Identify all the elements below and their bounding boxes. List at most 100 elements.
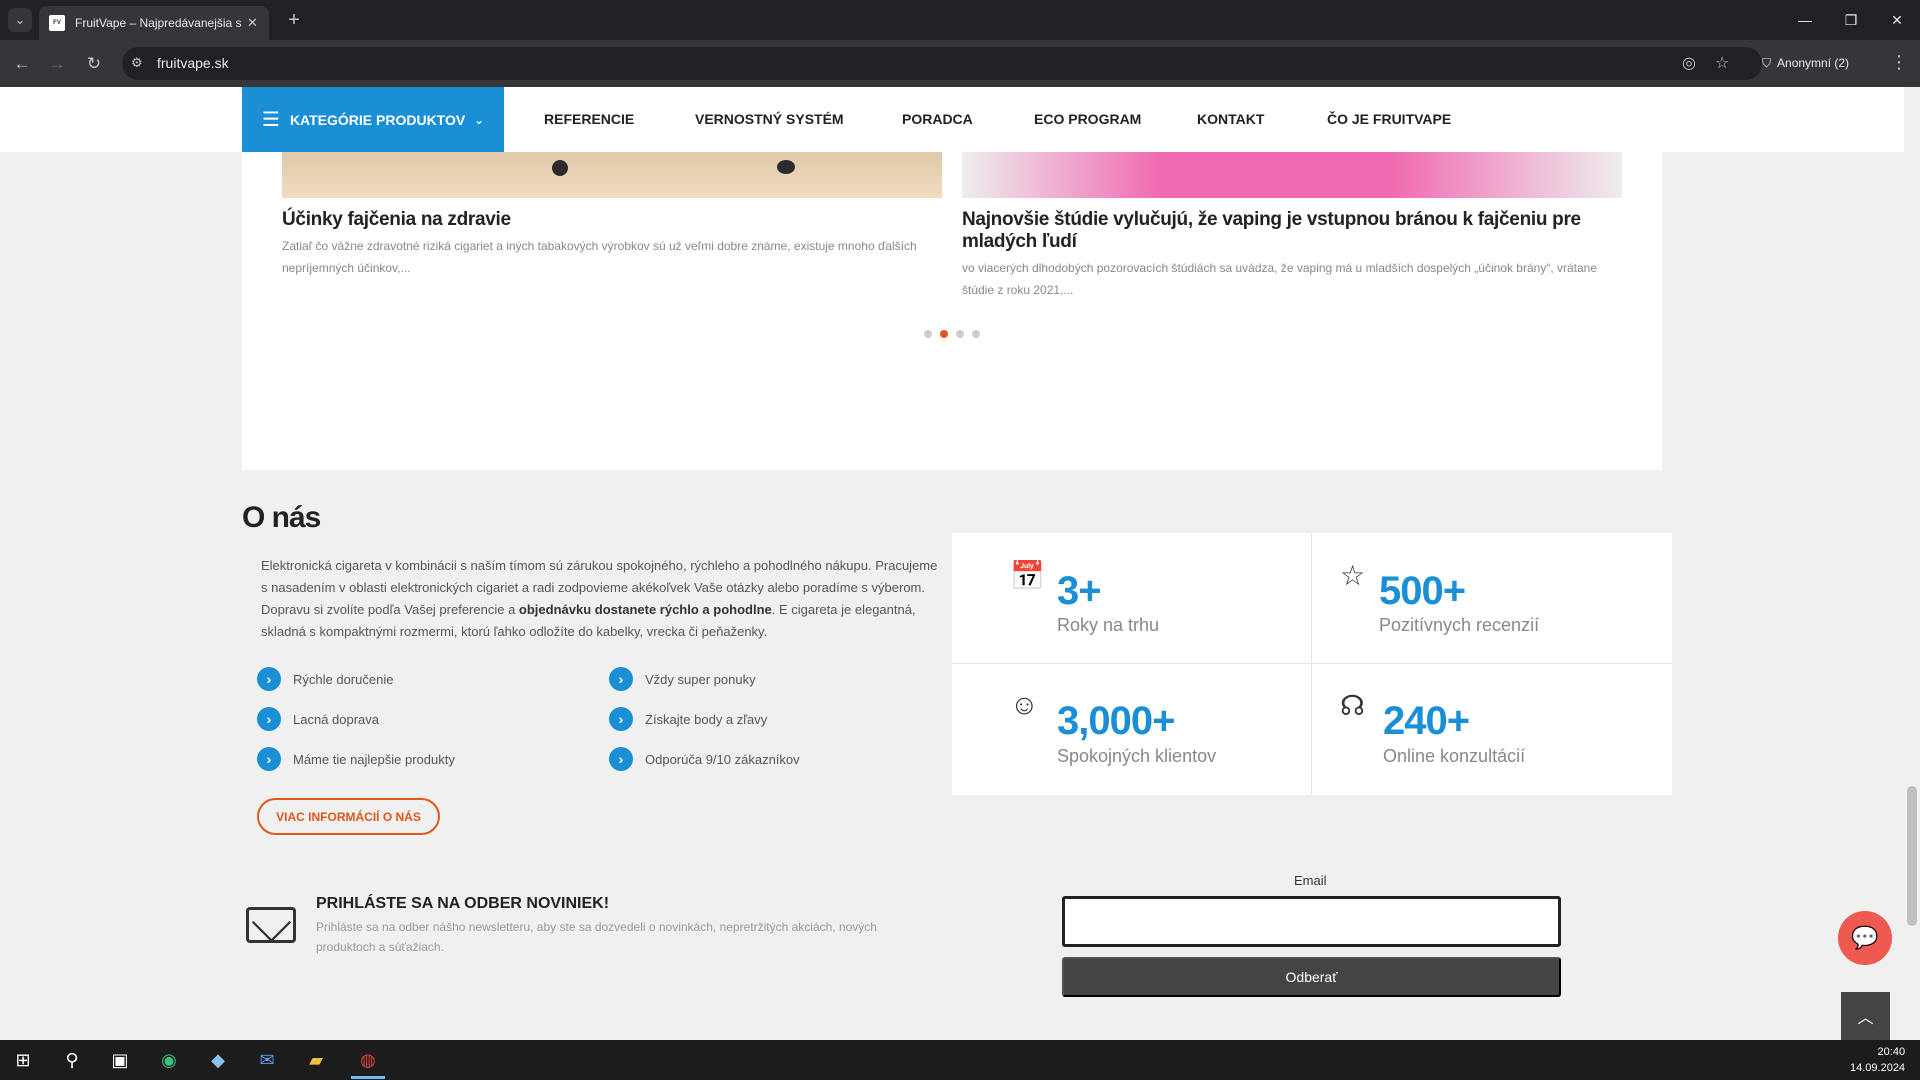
stat-number: 3,000+: [1057, 699, 1175, 743]
clock-time: 20:40: [1877, 1046, 1906, 1058]
award-icon: ☆: [1340, 560, 1366, 591]
profile-button[interactable]: ⛉ Anonymní (2): [1762, 49, 1849, 77]
site-info-icon[interactable]: ⚙: [131, 55, 143, 71]
minimize-icon[interactable]: —: [1782, 0, 1828, 40]
email-field[interactable]: [1062, 896, 1561, 947]
calendar-icon: 📅: [1010, 560, 1045, 591]
bookmark-star-icon[interactable]: ☆: [1715, 53, 1729, 73]
divider: [1311, 533, 1312, 795]
feature-item: › Získajte body a zľavy: [609, 707, 767, 731]
feature-label: Máme tie najlepšie produkty: [293, 751, 455, 767]
smile-icon: ☺: [1010, 689, 1039, 720]
nav-item-vernostny-system[interactable]: VERNOSTNÝ SYSTÉM: [695, 111, 844, 127]
carousel-dot-active[interactable]: [940, 330, 948, 338]
category-menu-label: KATEGÓRIE PRODUKTOV: [289, 111, 466, 128]
back-icon[interactable]: ←: [8, 50, 36, 78]
browser-tab[interactable]: FV FruitVape – Najpredávanejšia sí ✕: [39, 6, 269, 40]
system-clock[interactable]: 20:40 14.09.2024: [1850, 1044, 1905, 1076]
nav-item-kontakt[interactable]: KONTAKT: [1197, 111, 1264, 127]
chrome-icon[interactable]: ◍: [353, 1045, 383, 1075]
about-text: Elektronická cigareta v kombinácii s naš…: [261, 555, 941, 643]
stats-grid: 📅 3+ Roky na trhu ☆ 500+ Pozitívnych rec…: [952, 533, 1672, 795]
article-excerpt: vo viacerých dlhodobých pozorovacích štú…: [962, 261, 1598, 297]
newsletter-description: Prihláste sa na odber nášho newsletteru,…: [316, 920, 877, 954]
article-title[interactable]: Najnovšie štúdie vylučujú, že vaping je …: [962, 209, 1622, 253]
reload-icon[interactable]: ↻: [80, 50, 108, 78]
clock-date: 14.09.2024: [1850, 1062, 1906, 1074]
eye-off-icon[interactable]: ◎: [1682, 53, 1696, 73]
file-explorer-icon[interactable]: ▰: [301, 1045, 331, 1075]
restore-icon[interactable]: ❐: [1828, 0, 1874, 40]
nav-item-poradca[interactable]: PORADCA: [902, 111, 973, 127]
page-viewport: ☰ KATEGÓRIE PRODUKTOV ⌄ REFERENCIE VERNO…: [0, 87, 1920, 1040]
about-text-bold: objednávku dostanete rýchlo a pohodlne: [518, 602, 772, 617]
feature-label: Odporúča 9/10 zákazníkov: [645, 751, 800, 767]
chevron-right-icon: ›: [257, 707, 281, 731]
article-title[interactable]: Účinky fajčenia na zdravie: [282, 209, 942, 231]
article-image[interactable]: [282, 152, 942, 198]
article-image[interactable]: [962, 152, 1622, 198]
active-app-indicator: [351, 1076, 385, 1079]
more-about-button[interactable]: VIAC INFORMÁCIÍ O NÁS: [257, 798, 440, 835]
feature-item: › Vždy super ponuky: [609, 667, 756, 691]
edge-icon[interactable]: ◉: [154, 1045, 184, 1075]
search-icon[interactable]: ⚲: [57, 1045, 87, 1075]
chat-icon[interactable]: 💬: [1838, 911, 1892, 965]
newsletter-title: PRIHLÁSTE SA NA ODBER NOVINIEK!: [316, 895, 610, 912]
app-icon[interactable]: ◆: [203, 1045, 233, 1075]
feature-label: Vždy super ponuky: [645, 671, 756, 687]
scroll-to-top-icon[interactable]: ︿: [1841, 992, 1890, 1040]
about-title: O nás: [242, 501, 321, 534]
tab-title: FruitVape – Najpredávanejšia sí: [75, 16, 241, 30]
chevron-down-icon: ⌄: [473, 112, 484, 127]
feature-label: Získajte body a zľavy: [645, 711, 768, 727]
stat-label: Online konzultácií: [1383, 746, 1526, 766]
feature-item: › Odporúča 9/10 zákazníkov: [609, 747, 800, 771]
nav-item-referencie[interactable]: REFERENCIE: [544, 111, 634, 127]
favicon-icon: FV: [49, 15, 65, 31]
address-bar[interactable]: [122, 47, 1762, 80]
scrollbar-thumb[interactable]: [1907, 786, 1917, 926]
os-taskbar: [0, 1040, 1920, 1080]
category-menu-button[interactable]: ☰ KATEGÓRIE PRODUKTOV ⌄: [242, 87, 504, 152]
tab-close-icon[interactable]: ✕: [247, 15, 258, 31]
close-window-icon[interactable]: ✕: [1874, 0, 1920, 40]
carousel-dot[interactable]: [972, 330, 980, 338]
mail-icon[interactable]: ✉: [252, 1045, 282, 1075]
browser-menu-icon[interactable]: ⋮: [1890, 52, 1908, 73]
feature-item: › Rýchle doručenie: [257, 667, 393, 691]
url-text[interactable]: fruitvape.sk: [157, 55, 229, 71]
task-view-icon[interactable]: ▣: [105, 1045, 135, 1075]
feature-label: Lacná doprava: [293, 711, 380, 727]
stat-label: Roky na trhu: [1057, 615, 1160, 635]
tab-search-chevron-icon[interactable]: ⌄: [8, 8, 32, 32]
chevron-right-icon: ›: [609, 707, 633, 731]
profile-label: Anonymní (2): [1777, 56, 1850, 70]
headset-icon: ☊: [1340, 690, 1365, 721]
envelope-icon: [246, 907, 296, 943]
hamburger-icon: ☰: [262, 109, 280, 131]
nav-item-co-je-fruitvape[interactable]: ČO JE FRUITVAPE: [1327, 111, 1451, 127]
carousel-dot[interactable]: [956, 330, 964, 338]
email-label: Email: [1294, 873, 1327, 888]
incognito-icon: ⛉: [1762, 55, 1772, 70]
article-excerpt: Zatiaľ čo vážne zdravotné riziká cigarie…: [282, 239, 917, 275]
image-detail: [552, 160, 568, 176]
new-tab-icon[interactable]: +: [282, 8, 306, 32]
blog-carousel: Účinky fajčenia na zdravie Zatiaľ čo váž…: [242, 152, 1662, 470]
carousel-dot[interactable]: [924, 330, 932, 338]
feature-item: › Lacná doprava: [257, 707, 379, 731]
main-nav: ☰ KATEGÓRIE PRODUKTOV ⌄ REFERENCIE VERNO…: [0, 87, 1904, 152]
stat-label: Spokojných klientov: [1057, 746, 1217, 766]
stat-number: 240+: [1383, 699, 1470, 743]
forward-icon[interactable]: →: [43, 50, 71, 78]
chevron-right-icon: ›: [609, 667, 633, 691]
chevron-right-icon: ›: [257, 747, 281, 771]
subscribe-button[interactable]: Odberať: [1062, 957, 1561, 997]
stat-number: 3+: [1057, 569, 1102, 613]
chevron-right-icon: ›: [257, 667, 281, 691]
nav-item-eco-program[interactable]: ECO PROGRAM: [1034, 111, 1141, 127]
carousel-dots: [924, 330, 980, 338]
windows-start-icon[interactable]: ⊞: [8, 1045, 38, 1075]
divider: [952, 663, 1672, 664]
